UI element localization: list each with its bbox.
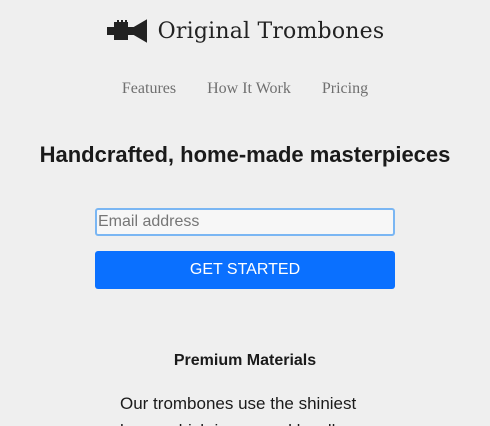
site-header: Original Trombones: [0, 14, 490, 48]
nav-link-how-it-works[interactable]: How It Work: [207, 80, 291, 98]
get-started-button[interactable]: GET STARTED: [95, 251, 395, 289]
email-input[interactable]: [95, 208, 395, 236]
trumpet-icon[interactable]: [106, 14, 150, 48]
main-nav: Features How It Work Pricing: [0, 80, 490, 98]
brand-name: Original Trombones: [157, 18, 385, 44]
nav-link-pricing[interactable]: Pricing: [322, 80, 368, 98]
feature-title: Premium Materials: [173, 352, 317, 369]
hero-title: Handcrafted, home-made masterpieces: [39, 142, 451, 167]
nav-link-features[interactable]: Features: [122, 80, 176, 98]
feature-text: Our trombones use the shiniest brass whi…: [120, 394, 357, 426]
